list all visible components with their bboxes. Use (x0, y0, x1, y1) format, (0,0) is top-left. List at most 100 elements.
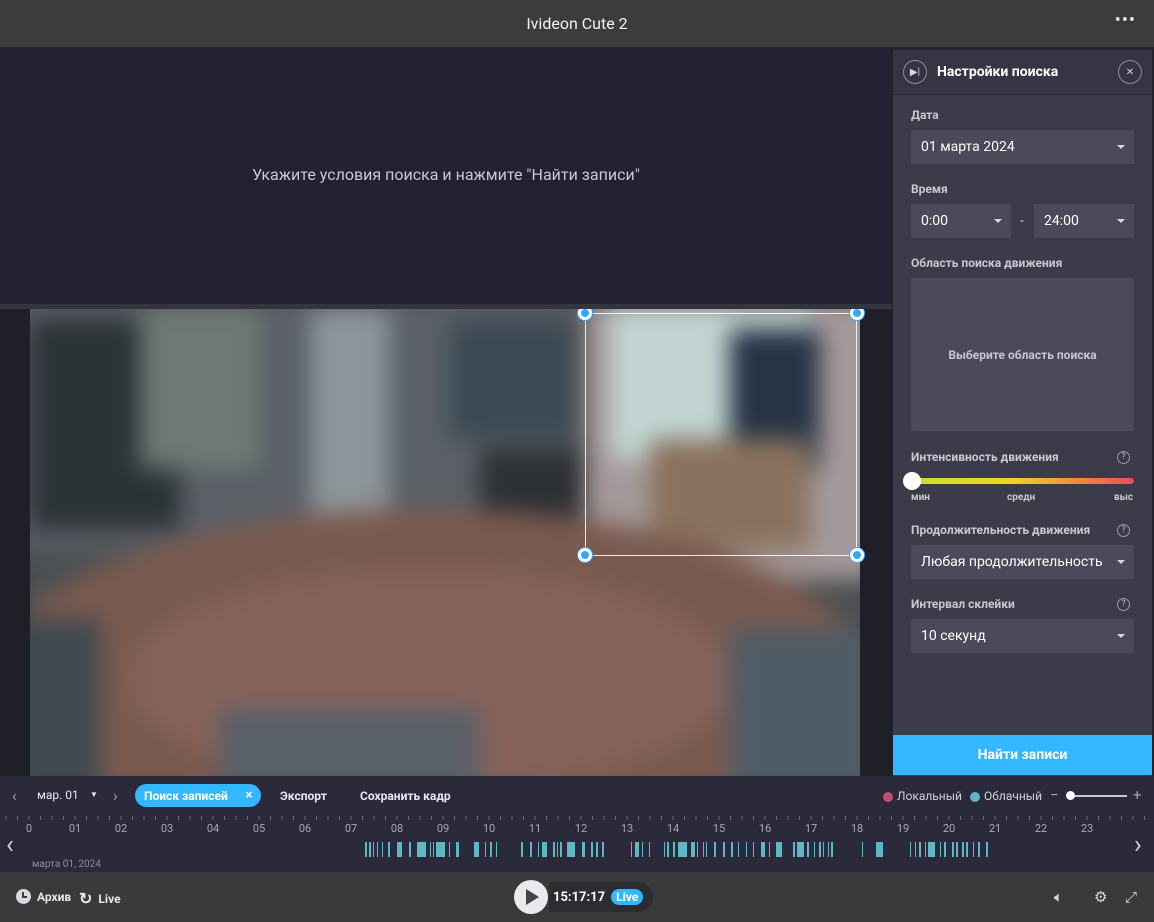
recording-segment[interactable] (430, 842, 431, 857)
recording-segment[interactable] (966, 842, 968, 857)
recording-segment[interactable] (490, 842, 492, 857)
recording-segment[interactable] (814, 842, 815, 857)
interval-help-icon[interactable]: ? (1117, 598, 1130, 611)
recording-segment[interactable] (738, 842, 739, 857)
fullscreen-icon[interactable]: ⤢ (1125, 888, 1137, 906)
recording-segment[interactable] (635, 842, 639, 857)
recording-segment[interactable] (776, 842, 782, 857)
recording-segment[interactable] (986, 842, 988, 857)
recording-segment[interactable] (538, 842, 539, 857)
zoom-out-button[interactable]: − (1050, 786, 1059, 804)
recording-segment[interactable] (678, 842, 687, 857)
chevron-left-icon[interactable]: ‹ (12, 786, 17, 805)
recording-segment[interactable] (591, 842, 593, 857)
gear-icon[interactable]: ⚙ (1094, 888, 1107, 906)
time-to-select[interactable]: 24:00 (1034, 204, 1134, 238)
volume-icon[interactable]: 🔈︎ (1054, 888, 1063, 906)
zoom-knob[interactable] (1066, 791, 1075, 800)
selection-handle-bottom-right[interactable] (850, 548, 864, 562)
recording-segment[interactable] (819, 842, 821, 857)
play-button[interactable] (514, 880, 548, 914)
intensity-slider[interactable] (903, 472, 1134, 490)
recording-segment[interactable] (474, 842, 479, 857)
recording-segment[interactable] (691, 842, 695, 857)
recording-segment[interactable] (485, 842, 486, 857)
more-horizontal-icon[interactable]: ••• (1115, 10, 1136, 31)
recording-segment[interactable] (567, 842, 575, 857)
recording-segment[interactable] (828, 842, 829, 857)
duration-select[interactable]: Любая продолжительность (911, 545, 1134, 579)
recording-segment[interactable] (831, 842, 833, 857)
intensity-slider-knob[interactable] (903, 472, 921, 490)
recording-segment[interactable] (714, 842, 716, 857)
selection-handle-top-right[interactable] (850, 309, 864, 320)
recording-segment[interactable] (915, 842, 916, 857)
date-picker[interactable]: мар. 01 (37, 788, 79, 802)
recording-segment[interactable] (703, 842, 704, 857)
recording-segment[interactable] (449, 842, 450, 857)
selection-handle-bottom-left[interactable] (578, 548, 592, 562)
recording-segment[interactable] (582, 842, 585, 857)
recording-segment[interactable] (521, 842, 523, 857)
archive-button[interactable]: Архив (16, 889, 71, 904)
live-badge[interactable]: Live (611, 889, 644, 905)
zoom-in-button[interactable]: + (1133, 786, 1142, 804)
recording-segment[interactable] (631, 842, 632, 857)
interval-select[interactable]: 10 секунд (911, 619, 1134, 653)
recording-segment[interactable] (706, 842, 707, 857)
recording-segment[interactable] (753, 842, 754, 857)
recording-segment[interactable] (602, 842, 604, 857)
recording-segment[interactable] (928, 842, 935, 857)
recording-segment[interactable] (925, 842, 926, 857)
recording-segment[interactable] (973, 842, 974, 857)
recording-segment[interactable] (797, 842, 804, 857)
recording-segment[interactable] (746, 842, 747, 857)
recording-segment[interactable] (382, 842, 383, 857)
timeline-next-icon[interactable]: › (1134, 832, 1142, 858)
recording-segment[interactable] (365, 842, 367, 857)
chevron-down-icon[interactable]: ▼ (90, 790, 98, 799)
save-frame-button[interactable]: Сохранить кадр (360, 789, 451, 803)
recording-segment[interactable] (769, 842, 770, 857)
recording-segment[interactable] (673, 842, 675, 857)
recording-segment[interactable] (649, 842, 650, 857)
recording-segment[interactable] (417, 842, 426, 857)
timeline-prev-icon[interactable]: ‹ (6, 832, 14, 858)
timeline[interactable]: 0 01 02 03 04 05 06 07 08 09 10 11 12 13 14 15 16 17 18 19 2… (0, 816, 1154, 872)
recording-segment[interactable] (388, 842, 390, 857)
recording-segment[interactable] (642, 842, 643, 857)
recording-segment[interactable] (542, 842, 547, 857)
search-records-tab[interactable]: Поиск записей (135, 784, 237, 807)
recording-segment[interactable] (723, 842, 725, 857)
recording-segment[interactable] (862, 842, 863, 857)
recording-segment[interactable] (697, 842, 698, 857)
duration-help-icon[interactable]: ? (1117, 524, 1130, 537)
recording-segment[interactable] (436, 842, 445, 857)
skip-next-icon[interactable]: ▶| (903, 60, 927, 84)
recording-segment[interactable] (530, 842, 532, 857)
time-from-select[interactable]: 0:00 (911, 204, 1011, 238)
recording-segment[interactable] (397, 842, 402, 857)
recording-segment[interactable] (807, 842, 809, 857)
recording-segment[interactable] (761, 842, 765, 857)
recording-segment[interactable] (952, 842, 954, 857)
date-select[interactable]: 01 марта 2024 (911, 130, 1134, 164)
recording-segment[interactable] (560, 842, 562, 857)
motion-area-picker[interactable]: Выберите область поиска (911, 278, 1134, 431)
recording-segment[interactable] (910, 842, 911, 857)
recording-segment[interactable] (664, 842, 665, 857)
find-records-button[interactable]: Найти записи (893, 735, 1152, 775)
recording-segment[interactable] (919, 842, 921, 857)
recording-segment[interactable] (496, 842, 497, 857)
recording-segment[interactable] (596, 842, 598, 857)
intensity-help-icon[interactable]: ? (1117, 451, 1130, 464)
video-preview[interactable] (0, 309, 892, 776)
motion-area-selection[interactable] (585, 313, 857, 556)
recording-segment[interactable] (823, 842, 824, 857)
recording-segment[interactable] (944, 842, 946, 857)
recording-segment[interactable] (978, 842, 980, 857)
zoom-track[interactable] (1067, 795, 1127, 797)
recording-segment[interactable] (377, 842, 378, 857)
recording-segment[interactable] (667, 842, 669, 857)
export-button[interactable]: Экспорт (280, 789, 327, 803)
